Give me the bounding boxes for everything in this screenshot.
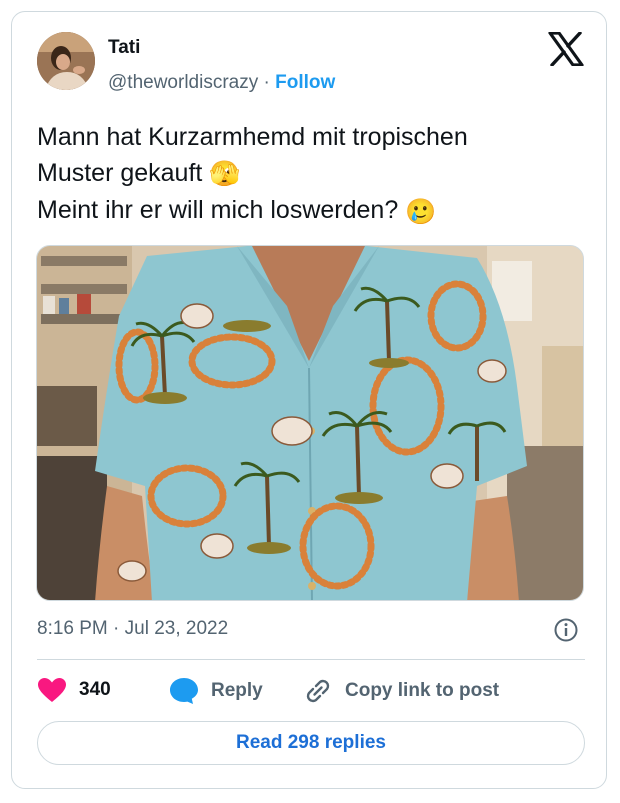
info-icon[interactable] — [553, 617, 579, 643]
reply-label: Reply — [211, 680, 263, 701]
tweet-text: Mann hat Kurzarmhemd mit tropischen Must… — [37, 119, 587, 230]
tweet-line-3-row: Meint ihr er will mich loswerden? 🥲 — [37, 192, 587, 229]
tweet-photo[interactable] — [36, 245, 584, 601]
like-button[interactable]: 340 — [37, 677, 111, 703]
face-peeking-emoji: 🫣 — [209, 160, 241, 189]
tweet-timestamp[interactable]: 8:16 PM · Jul 23, 2022 — [37, 618, 228, 640]
separator-dot: · — [263, 72, 270, 93]
reply-button[interactable]: Reply — [169, 677, 263, 705]
handle-row: @theworldiscrazy · Follow — [108, 72, 335, 94]
author-name[interactable]: Tati — [108, 37, 140, 59]
read-replies-label: Read 298 replies — [236, 732, 386, 753]
tweet-card: Tati @theworldiscrazy · Follow Mann hat … — [11, 11, 607, 789]
action-bar: 340 Reply Copy link to post — [37, 677, 585, 705]
divider — [37, 659, 585, 660]
avatar[interactable] — [37, 32, 95, 90]
tweet-line-3: Meint ihr er will mich loswerden? — [37, 196, 399, 225]
smiling-tear-emoji: 🥲 — [405, 197, 437, 226]
follow-button[interactable]: Follow — [275, 72, 335, 93]
tweet-line-1: Mann hat Kurzarmhemd mit tropischen — [37, 123, 468, 151]
copy-link-button[interactable]: Copy link to post — [303, 677, 499, 705]
tweet-line-2-row: Muster gekauft 🫣 — [37, 155, 587, 192]
heart-icon — [38, 678, 66, 702]
x-logo-icon[interactable] — [548, 31, 584, 67]
tweet-line-2: Muster gekauft — [37, 159, 203, 187]
author-handle[interactable]: @theworldiscrazy — [108, 72, 258, 93]
link-icon — [306, 679, 330, 703]
speech-bubble-icon — [170, 678, 198, 704]
read-replies-button[interactable]: Read 298 replies — [37, 721, 585, 765]
like-count: 340 — [79, 679, 111, 700]
copy-link-label: Copy link to post — [345, 680, 500, 701]
